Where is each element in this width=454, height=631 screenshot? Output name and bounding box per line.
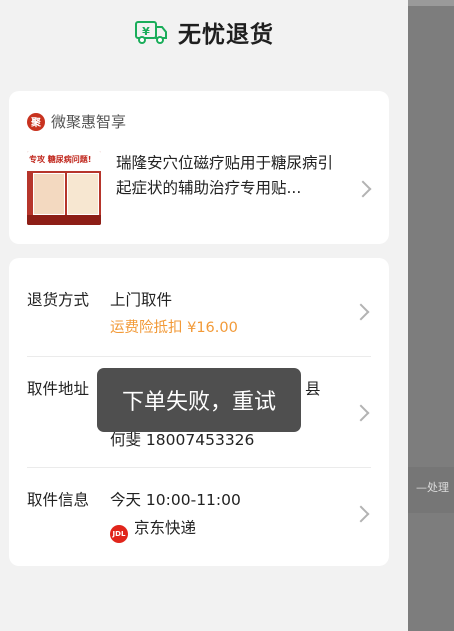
chevron-right-icon[interactable] (352, 505, 370, 523)
jd-logistics-icon: JDL (110, 525, 128, 543)
return-panel: ¥ 无忧退货 聚 微聚惠智享 专攻 糖尿病问题! 瑞隆安穴位磁疗贴用于糖尿病引起… (0, 0, 408, 631)
svg-text:¥: ¥ (142, 25, 150, 38)
courier-name: 京东快递 (134, 519, 197, 537)
background-text: —处理 (416, 481, 449, 494)
thumb-caption: 专攻 糖尿病问题! (29, 155, 92, 164)
pickup-address-label: 取件地址 (27, 380, 90, 398)
return-method-row[interactable]: 退货方式 上门取件 运费险抵扣 ¥16.00 (9, 258, 389, 356)
chevron-right-icon[interactable] (354, 180, 372, 198)
header: ¥ 无忧退货 (0, 0, 408, 64)
store-row[interactable]: 聚 微聚惠智享 (27, 111, 126, 132)
return-method-value: 上门取件 (110, 291, 173, 309)
truck-yuan-icon: ¥ (135, 21, 167, 44)
background-row: —处理 (408, 467, 454, 513)
insurance-deduction: 运费险抵扣 ¥16.00 (110, 320, 238, 336)
pickup-time: 今天 10:00-11:00 (110, 491, 241, 509)
store-name: 微聚惠智享 (51, 113, 127, 131)
product-card[interactable]: 聚 微聚惠智享 专攻 糖尿病问题! 瑞隆安穴位磁疗贴用于糖尿病引起症状的辅助治疗… (9, 91, 389, 244)
error-toast: 下单失败，重试 (97, 368, 301, 432)
pickup-info-label: 取件信息 (27, 491, 90, 509)
chevron-right-icon[interactable] (352, 404, 370, 422)
store-logo: 聚 (27, 112, 45, 131)
product-thumbnail[interactable]: 专攻 糖尿病问题! (27, 151, 101, 225)
courier: JDL 京东快递 (110, 516, 196, 543)
chevron-right-icon[interactable] (352, 303, 370, 321)
product-title[interactable]: 瑞隆安穴位磁疗贴用于糖尿病引起症状的辅助治疗专用贴... (116, 151, 346, 201)
return-method-label: 退货方式 (27, 291, 90, 309)
page-title: 无忧退货 (178, 22, 274, 48)
background-page: —处理 (408, 0, 454, 631)
pickup-address-partial: 县 (305, 380, 321, 398)
pickup-info-row[interactable]: 取件信息 今天 10:00-11:00 JDL 京东快递 (9, 468, 389, 566)
